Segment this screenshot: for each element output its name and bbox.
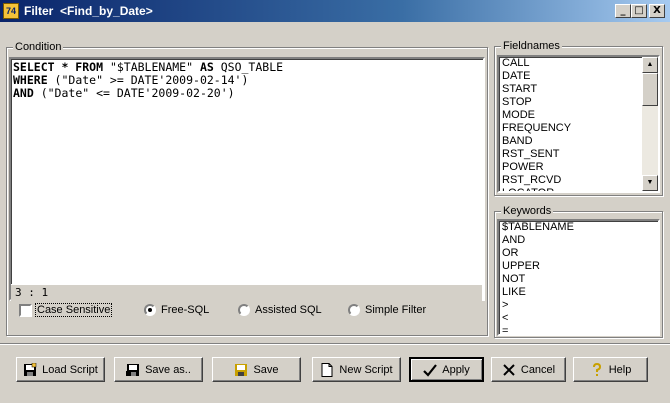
floppy-save-as-icon [126, 363, 140, 377]
separator [0, 343, 670, 345]
new-script-button[interactable]: New Script [312, 357, 401, 382]
fieldname-item[interactable]: CALL [499, 57, 642, 70]
fieldname-item[interactable]: POWER [499, 161, 642, 174]
keyword-item[interactable]: < [499, 312, 658, 325]
save-button[interactable]: Save [212, 357, 301, 382]
fieldnames-legend: Fieldnames [501, 40, 562, 52]
fieldname-item[interactable]: LOCATOR [499, 187, 642, 191]
load-script-button[interactable]: Load Script [16, 357, 105, 382]
apply-button[interactable]: Apply [409, 357, 484, 382]
save-as-button[interactable]: Save as.. [114, 357, 203, 382]
sql-editor[interactable]: SELECT * FROM "$TABLENAME" AS QSO_TABLE W… [9, 57, 485, 301]
fieldnames-scrollbar[interactable]: ▲ ▼ [642, 57, 658, 191]
fieldname-item[interactable]: MODE [499, 109, 642, 122]
keywords-legend: Keywords [501, 205, 554, 217]
help-label: Help [608, 363, 632, 376]
question-icon [590, 362, 604, 377]
floppy-icon [234, 363, 248, 377]
checkbox-box[interactable] [19, 303, 32, 317]
new-script-label: New Script [339, 363, 393, 376]
app-logo-icon: 74 [3, 3, 19, 19]
radio-label: Free-SQL [161, 304, 210, 316]
title-bar[interactable]: 74 Filter <Find_by_Date> _ □ X [0, 0, 670, 22]
fieldname-item[interactable]: DATE [499, 70, 642, 83]
cursor-position: 3 : 1 [11, 284, 482, 301]
scroll-up-icon[interactable]: ▲ [642, 57, 658, 73]
save-as-label: Save as.. [145, 363, 191, 376]
keyword-item[interactable]: > [499, 299, 658, 312]
sql-keyword: WHERE [13, 73, 55, 87]
keyword-item[interactable]: AND [499, 234, 658, 247]
scroll-thumb[interactable] [642, 73, 658, 106]
cancel-label: Cancel [520, 363, 556, 376]
sql-text-segment: ("Date" >= DATE'2009-02-14') [54, 73, 249, 87]
case-sensitive-label: Case Sensitive [34, 303, 113, 317]
keywords-list[interactable]: $TABLENAME AND OR UPPER NOT LIKE > < = [497, 219, 660, 336]
load-script-label: Load Script [42, 363, 98, 376]
radio-simple-filter[interactable]: Simple Filter [348, 303, 426, 317]
radio-label: Assisted SQL [255, 304, 322, 316]
case-sensitive-checkbox[interactable]: Case Sensitive [19, 303, 113, 317]
radio-selected-icon[interactable] [144, 304, 156, 317]
apply-label: Apply [442, 363, 470, 376]
radio-assisted-sql[interactable]: Assisted SQL [238, 303, 322, 317]
x-icon [502, 363, 516, 377]
scroll-down-icon[interactable]: ▼ [642, 175, 658, 191]
sql-keyword: AS [199, 60, 221, 74]
keyword-item[interactable]: $TABLENAME [499, 221, 658, 234]
minimize-button[interactable]: _ [615, 4, 631, 18]
help-button[interactable]: Help [573, 357, 648, 382]
sql-keyword: AND [13, 86, 41, 100]
keyword-item[interactable]: UPPER [499, 260, 658, 273]
fieldname-item[interactable]: RST_SENT [499, 148, 642, 161]
sql-text-segment: QSO_TABLE [220, 60, 284, 74]
cancel-button[interactable]: Cancel [491, 357, 566, 382]
sql-text-segment: ("Date" <= DATE'2009-02-20') [40, 86, 235, 100]
keyword-item[interactable]: NOT [499, 273, 658, 286]
keyword-item[interactable]: OR [499, 247, 658, 260]
fieldname-item[interactable]: START [499, 83, 642, 96]
sql-keyword: SELECT * FROM [13, 60, 110, 74]
checkmark-icon [423, 363, 438, 377]
maximize-button[interactable]: □ [631, 4, 647, 18]
window-title: Filter <Find_by_Date> [24, 4, 153, 18]
condition-legend: Condition [13, 41, 64, 53]
fieldname-item[interactable]: STOP [499, 96, 642, 109]
close-button[interactable]: X [649, 4, 665, 18]
new-document-icon [320, 362, 334, 377]
fieldname-item[interactable]: FREQUENCY [499, 122, 642, 135]
fieldname-item[interactable]: RST_RCVD [499, 174, 642, 187]
fieldnames-list[interactable]: CALL DATE START STOP MODE FREQUENCY BAND RST_SE… [497, 55, 660, 193]
keyword-item[interactable]: = [499, 325, 658, 334]
fieldname-item[interactable]: BAND [499, 135, 642, 148]
radio-icon[interactable] [238, 304, 250, 317]
sql-line: AND ("Date" <= DATE'2009-02-20') [13, 87, 481, 100]
floppy-open-icon [23, 362, 37, 377]
save-label: Save [253, 363, 279, 376]
sql-text-segment: "$TABLENAME" [109, 60, 200, 74]
radio-free-sql[interactable]: Free-SQL [144, 303, 209, 317]
sql-text[interactable]: SELECT * FROM "$TABLENAME" AS QSO_TABLE W… [13, 61, 481, 100]
radio-label: Simple Filter [365, 304, 427, 316]
radio-icon[interactable] [348, 304, 360, 317]
keyword-item[interactable]: LIKE [499, 286, 658, 299]
